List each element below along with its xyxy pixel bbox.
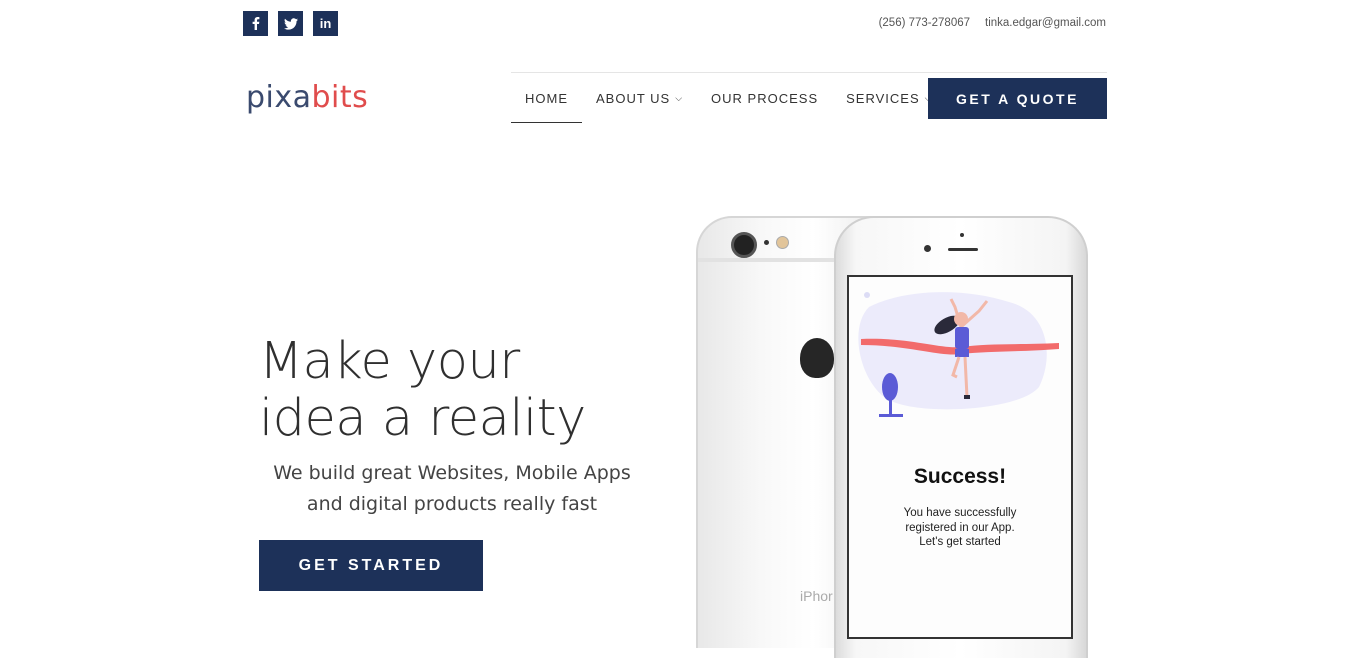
get-started-button[interactable]: GET STARTED	[259, 540, 483, 591]
contact-info: (256) 773-278067 tinka.edgar@gmail.com	[879, 17, 1106, 29]
main-nav: HOME ABOUT US ⌵ OUR PROCESS SERVICES ⌵	[511, 73, 946, 123]
facebook-icon[interactable]	[243, 11, 268, 36]
nav-item-about-us[interactable]: ABOUT US ⌵	[582, 73, 697, 123]
email-address[interactable]: tinka.edgar@gmail.com	[985, 17, 1106, 29]
logo[interactable]: pixabits	[246, 80, 368, 115]
phone-speaker	[948, 248, 978, 251]
nav-label: OUR PROCESS	[711, 90, 819, 106]
hero-headline-line2: idea a reality	[259, 389, 586, 448]
success-line1: You have successfully	[903, 507, 1017, 519]
success-line2: registered in our App.	[905, 521, 1015, 534]
success-title: Success!	[913, 465, 1007, 488]
logo-part1: pixa	[246, 80, 312, 115]
hero-subtitle-line2: and digital products really fast	[306, 493, 598, 515]
hero-headline-line1: Make your	[259, 332, 520, 391]
nav-item-home[interactable]: HOME	[511, 73, 582, 123]
finish-line-illustration	[858, 292, 1059, 417]
hero-subtitle-line1: We build great Websites, Mobile Apps	[273, 462, 631, 484]
get-a-quote-button[interactable]: GET A QUOTE	[928, 78, 1107, 119]
phone-number[interactable]: (256) 773-278067	[879, 17, 970, 29]
success-line3: Let's get started	[919, 536, 1001, 548]
phone-back-label: iPhor	[800, 588, 833, 604]
twitter-icon[interactable]	[278, 11, 303, 36]
camera-lens	[731, 232, 757, 258]
nav-label: HOME	[525, 90, 568, 106]
hero-headline: Make your idea a reality	[259, 333, 586, 447]
logo-part2: bits	[311, 80, 369, 115]
chevron-down-icon: ⌵	[675, 92, 684, 103]
linkedin-icon[interactable]: in	[313, 11, 338, 36]
hero-subtitle: We build great Websites, Mobile Apps and…	[259, 458, 645, 520]
social-links: in	[243, 11, 338, 36]
nav-label: SERVICES	[846, 90, 920, 106]
apple-logo-icon	[800, 338, 834, 378]
nav-item-our-process[interactable]: OUR PROCESS	[697, 73, 832, 123]
nav-label: ABOUT US	[596, 90, 671, 106]
phone-screen: Success! You have successfully registere…	[847, 275, 1073, 639]
success-message: You have successfully registered in our …	[849, 506, 1071, 550]
camera-flash	[776, 236, 789, 249]
